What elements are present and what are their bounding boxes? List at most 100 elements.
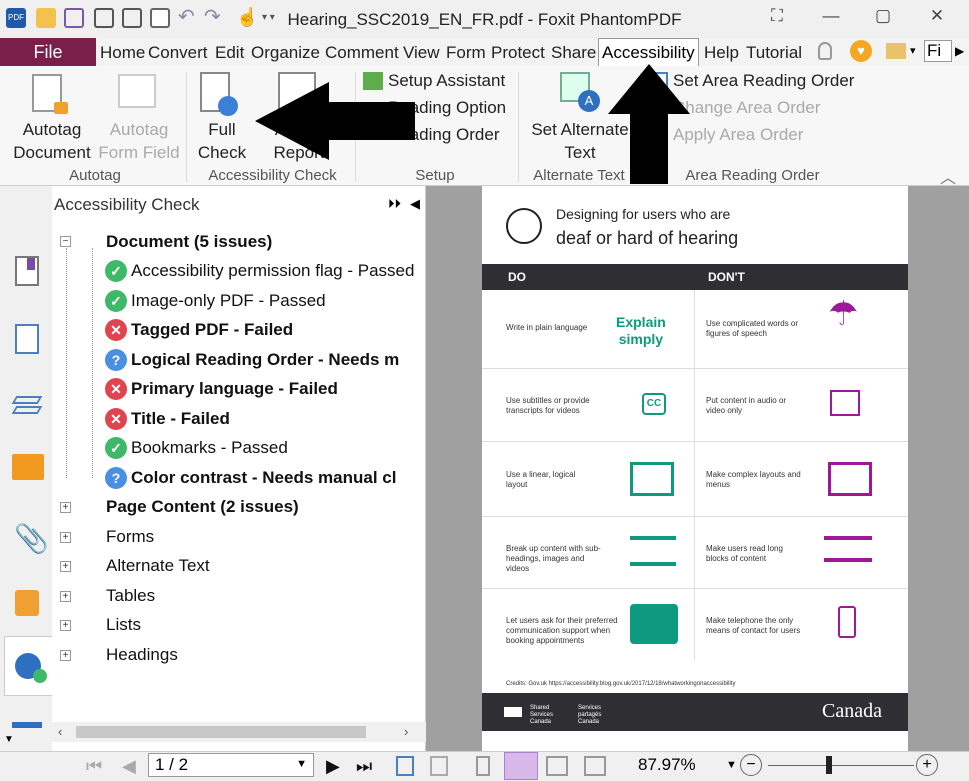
check-item[interactable]: Title - Failed <box>131 409 230 429</box>
tab-protect[interactable]: Protect <box>491 43 545 63</box>
view-mode-2-icon[interactable] <box>430 756 448 776</box>
panel-splitter[interactable] <box>426 186 482 751</box>
tree-page-content-node[interactable]: Page Content (2 issues) <box>106 497 299 517</box>
tab-help[interactable]: Help <box>704 43 739 63</box>
prev-page-icon[interactable]: ◀ <box>122 756 136 777</box>
attachments-panel-icon[interactable]: 📎 <box>14 522 49 555</box>
expand-headings-node[interactable]: + <box>60 650 71 661</box>
view-mode-icon[interactable] <box>396 756 414 776</box>
check-item[interactable]: Primary language - Failed <box>131 379 338 399</box>
scroll-thumb[interactable] <box>76 726 366 738</box>
tab-share[interactable]: Share <box>551 43 596 63</box>
autotag-document-button[interactable]: Autotag Document <box>8 118 96 164</box>
autotag-form-label1: Autotag <box>109 120 169 139</box>
minimize-button[interactable]: — <box>816 6 846 26</box>
tree-headings-node[interactable]: Headings <box>106 645 178 665</box>
panel-horizontal-scrollbar[interactable]: ‹ › <box>52 722 426 742</box>
tab-accessibility[interactable]: Accessibility <box>598 38 699 66</box>
zoom-level[interactable]: 87.97% <box>638 755 696 775</box>
check-item[interactable]: Color contrast - Needs manual cl <box>131 468 396 488</box>
linear-layout-icon <box>630 462 674 496</box>
doc-heading-line1: Designing for users who are <box>556 206 731 222</box>
accessibility-panel-icon[interactable] <box>4 636 52 696</box>
check-item[interactable]: Tagged PDF - Failed <box>131 320 293 340</box>
more-panels-icon[interactable] <box>12 722 42 728</box>
tab-convert[interactable]: Convert <box>148 43 208 63</box>
page-number-field[interactable]: 1 / 2 ▼ <box>148 753 314 777</box>
facing-page-icon[interactable] <box>546 756 568 776</box>
expand-forms-node[interactable]: + <box>60 532 71 543</box>
sub-headings-icon <box>630 536 676 566</box>
expand-page-content-node[interactable]: + <box>60 502 71 513</box>
expand-panels-icon[interactable]: ▼ <box>4 734 14 745</box>
tab-tutorial[interactable]: Tutorial <box>746 43 802 63</box>
ribbon: Autotag Document Autotag Form Field Autota… <box>0 66 969 188</box>
next-page-icon[interactable]: ▶ <box>326 756 340 777</box>
up-arrow-annotation <box>608 64 690 184</box>
collapse-ribbon-icon[interactable]: ︿ <box>940 164 956 188</box>
check-passed-icon: ✓ <box>105 290 127 312</box>
expand-tables-node[interactable]: + <box>60 591 71 602</box>
maximize-button[interactable]: ▢ <box>868 6 898 26</box>
check-item[interactable]: Accessibility permission flag - Passed <box>131 261 414 281</box>
scroll-left-icon[interactable]: ‹ <box>58 724 62 739</box>
tab-comment[interactable]: Comment <box>325 43 399 63</box>
continuous-page-icon[interactable] <box>504 752 538 780</box>
bookmark-panel-icon[interactable] <box>15 256 39 286</box>
check-item[interactable]: Bookmarks - Passed <box>131 438 288 458</box>
tree-forms-node[interactable]: Forms <box>106 527 154 547</box>
tree-document-node[interactable]: Document (5 issues) <box>106 232 272 252</box>
scroll-right-arrow-icon[interactable]: › <box>404 724 408 739</box>
tab-view[interactable]: View <box>403 43 440 63</box>
apply-area-order-button[interactable]: Apply Area Order <box>673 125 803 145</box>
close-button[interactable]: ✕ <box>922 6 952 26</box>
zoom-dropdown-icon[interactable]: ▼ <box>726 759 737 771</box>
zoom-slider-track[interactable] <box>768 765 914 766</box>
find-dropdown-icon[interactable]: ▾ <box>910 44 916 57</box>
panel-options-icon[interactable]: ⏵⏵ <box>388 196 401 212</box>
single-page-icon[interactable] <box>476 756 490 776</box>
scroll-right-icon[interactable]: ▶ <box>955 44 964 58</box>
expand-alt-text-node[interactable]: + <box>60 561 71 572</box>
security-panel-icon[interactable] <box>15 590 39 616</box>
check-item[interactable]: Logical Reading Order - Needs m <box>131 350 399 370</box>
audio-video-icon <box>830 390 860 416</box>
layers-panel-icon[interactable] <box>11 392 43 420</box>
zoom-out-button[interactable]: − <box>740 754 762 776</box>
fullscreen-icon[interactable]: ⛶ <box>762 6 792 26</box>
last-page-icon[interactable]: ⏭ <box>356 756 372 777</box>
full-check-button[interactable]: Full Check <box>192 118 252 164</box>
change-area-order-button[interactable]: Change Area Order <box>673 98 820 118</box>
continuous-facing-icon[interactable] <box>584 756 606 776</box>
set-area-reading-order-button[interactable]: Set Area Reading Order <box>673 71 854 91</box>
table-header-bar <box>482 264 908 290</box>
row-divider <box>482 588 908 589</box>
tree-lists-node[interactable]: Lists <box>106 615 141 635</box>
panel-collapse-icon[interactable]: ◀ <box>410 196 420 212</box>
tab-form[interactable]: Form <box>446 43 486 63</box>
zoom-in-button[interactable]: + <box>916 754 938 776</box>
separator <box>518 72 519 182</box>
file-menu[interactable]: File <box>0 38 96 66</box>
footer-fr: Services partagés Canada <box>578 705 602 725</box>
zoom-slider-thumb[interactable] <box>826 756 832 774</box>
heart-icon[interactable]: ♥ <box>850 40 872 62</box>
tab-edit[interactable]: Edit <box>215 43 244 63</box>
search-input[interactable]: Fi <box>924 40 952 62</box>
pages-panel-icon[interactable] <box>15 324 39 354</box>
long-blocks-icon <box>824 536 872 562</box>
tree-tables-node[interactable]: Tables <box>106 586 155 606</box>
canada-wordmark: Canada <box>822 700 882 722</box>
find-folder-icon[interactable] <box>886 43 906 59</box>
tab-home[interactable]: Home <box>100 43 145 63</box>
lightbulb-icon[interactable] <box>818 42 832 60</box>
first-page-icon[interactable]: ⏮ <box>86 756 102 777</box>
tree-alternate-text-node[interactable]: Alternate Text <box>106 556 210 576</box>
tab-organize[interactable]: Organize <box>251 43 320 63</box>
collapse-document-node[interactable]: − <box>60 236 71 247</box>
autotag-form-field-button[interactable]: Autotag Form Field <box>96 118 182 164</box>
comments-panel-icon[interactable] <box>12 454 44 480</box>
check-item[interactable]: Image-only PDF - Passed <box>131 291 326 311</box>
expand-lists-node[interactable]: + <box>60 620 71 631</box>
tree-guide-line <box>92 248 93 478</box>
